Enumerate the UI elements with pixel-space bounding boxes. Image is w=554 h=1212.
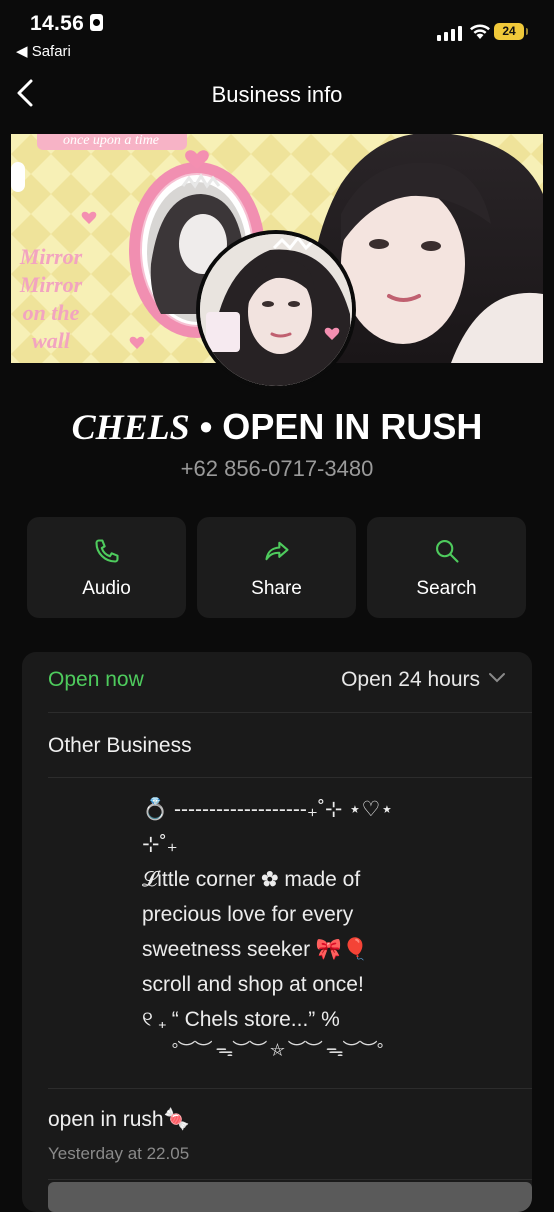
post-title[interactable]: open in rush🍬 <box>48 1108 190 1132</box>
svg-text:Mirror: Mirror <box>19 272 83 297</box>
battery-icon: 24 <box>494 23 528 40</box>
cover-banner-text: once upon a time <box>63 134 159 148</box>
avatar-illustration <box>200 234 352 386</box>
audio-label: Audio <box>82 578 131 599</box>
business-category: Other Business <box>48 734 192 757</box>
back-to-safari-link[interactable]: ◀ Safari <box>16 42 71 60</box>
svg-text:Mirror: Mirror <box>19 244 83 269</box>
category-row: Other Business <box>48 713 532 778</box>
battery-level: 24 <box>502 24 516 38</box>
audio-call-button[interactable]: Audio <box>27 517 186 618</box>
nav-bar: Business info <box>0 70 554 120</box>
chevron-down-icon <box>489 673 505 683</box>
hours-text: Open 24 hours <box>341 668 480 691</box>
post-time: Yesterday at 22.05 <box>48 1144 190 1163</box>
separator <box>48 1088 532 1089</box>
hours-row[interactable]: Open now Open 24 hours <box>48 652 532 713</box>
search-icon <box>435 540 459 563</box>
search-label: Search <box>416 578 477 599</box>
time-text: 14.56 <box>30 12 85 35</box>
contact-card-icon <box>90 14 104 31</box>
wifi-icon <box>470 24 490 39</box>
business-name: CHELS • OPEN IN RUSH <box>0 406 554 448</box>
business-description: 💍 ‐‐‐‐‐‐‐‐‐‐‐‐‐‐‐‐‐‐‐₊˚⊹ ⋆♡⋆ ⊹˚₊ 𝓛ittle … <box>142 798 394 1031</box>
separator-bottom <box>48 1179 532 1180</box>
status-bar: 14.56 ◀ Safari 24 <box>0 0 554 60</box>
svg-text:wall: wall <box>32 328 71 353</box>
business-name-rest: • OPEN IN RUSH <box>189 406 483 447</box>
share-button[interactable]: Share <box>197 517 356 618</box>
open-status: Open now <box>48 668 144 691</box>
share-icon <box>264 541 289 561</box>
share-label: Share <box>251 578 302 599</box>
post-thumbnail-preview[interactable] <box>48 1182 532 1212</box>
search-button[interactable]: Search <box>367 517 526 618</box>
svg-text:on the: on the <box>23 300 80 325</box>
decorative-divider: °︶︶ ᯓ︶︶ ⛤ ︶︶ ᯓ︶︶° <box>171 1040 383 1060</box>
profile-avatar[interactable] <box>196 230 356 390</box>
business-name-styled: CHELS <box>71 407 190 447</box>
avatar-image <box>200 234 352 386</box>
phone-number[interactable]: +62 856-0717-3480 <box>0 456 554 482</box>
business-info-card: Open now Open 24 hours Other Business 💍 … <box>22 652 532 1212</box>
page-title: Business info <box>211 82 343 107</box>
status-time: 14.56 <box>30 12 104 36</box>
cellular-signal-icon <box>437 24 463 41</box>
phone-icon <box>94 539 119 563</box>
